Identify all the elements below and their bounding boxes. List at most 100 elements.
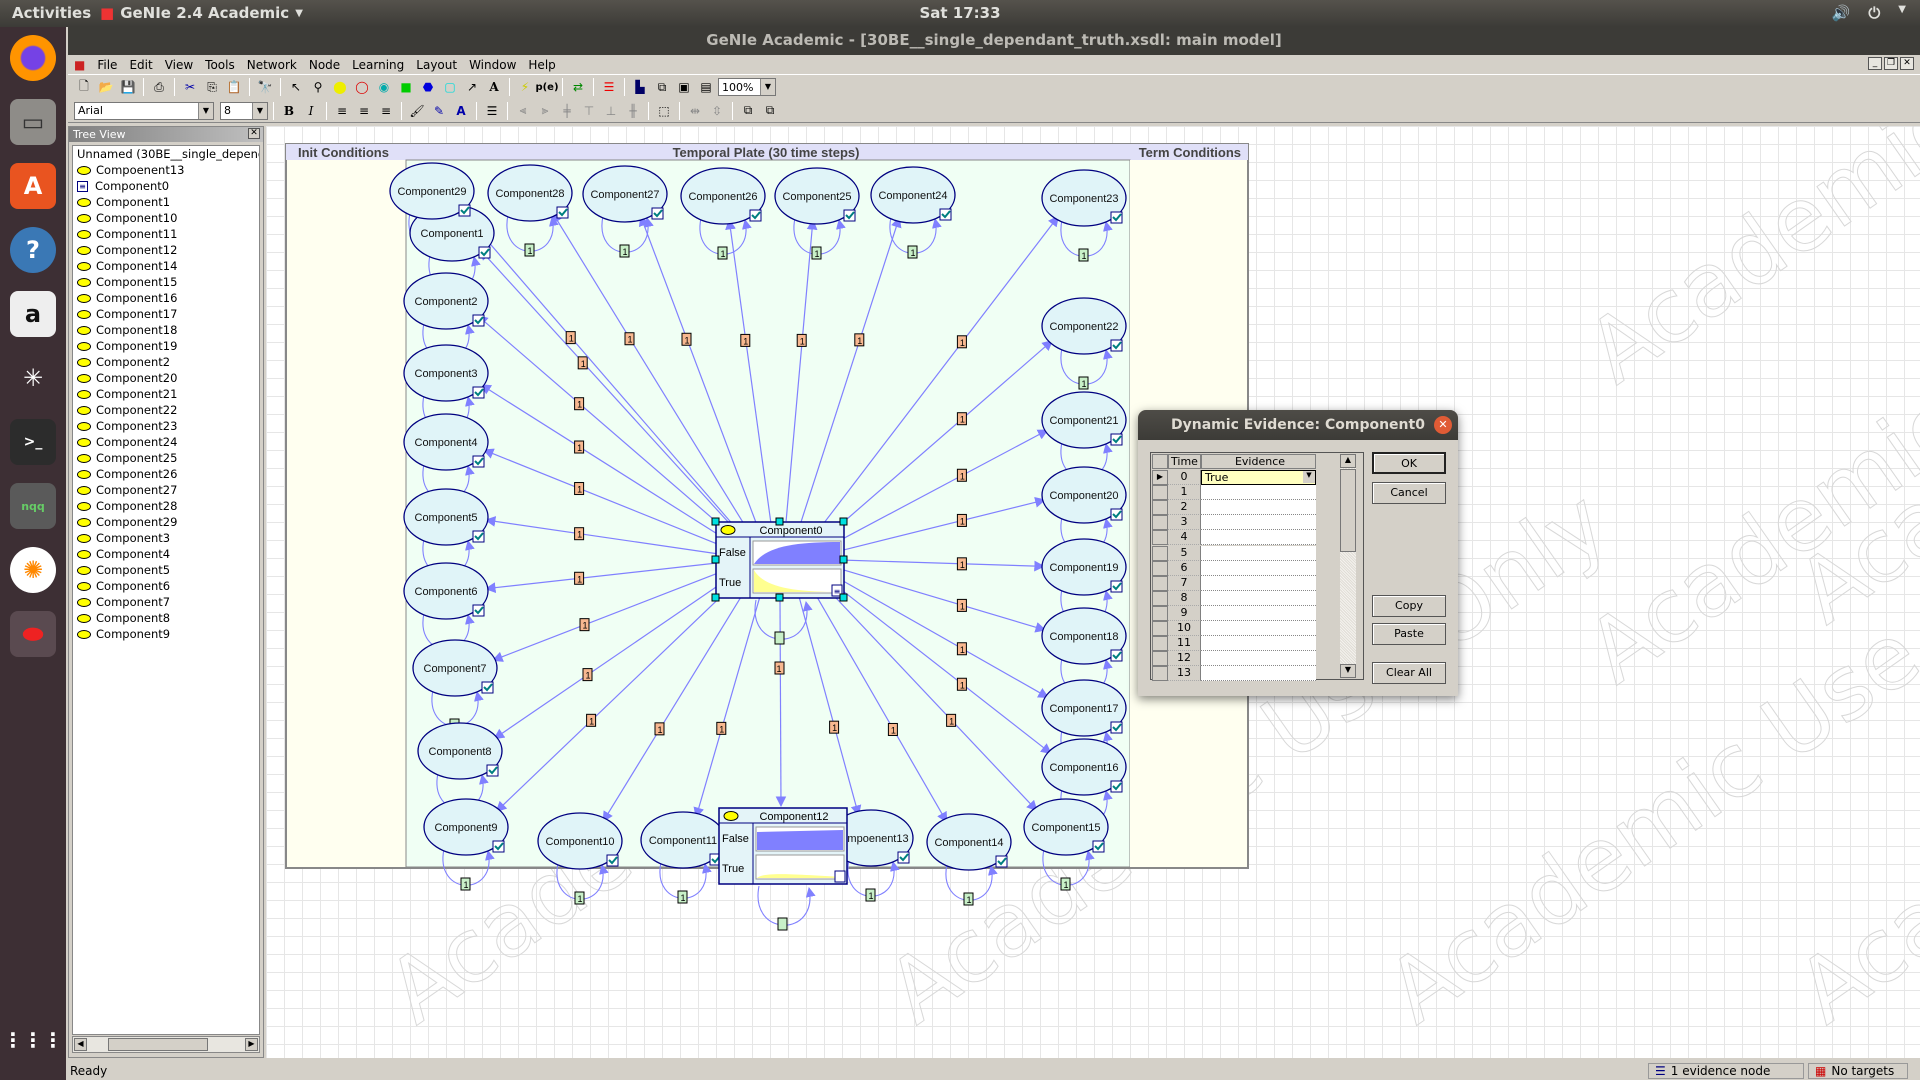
notepadqq-icon[interactable]: nqq — [10, 483, 56, 529]
row-selector[interactable] — [1152, 545, 1168, 561]
genie-icon[interactable]: ⬬ — [10, 611, 56, 657]
tree-item[interactable]: Component10 — [73, 210, 259, 226]
menu-window[interactable]: Window — [463, 58, 522, 72]
evidence-row[interactable]: 6 — [1152, 560, 1318, 576]
selection-handle[interactable] — [839, 517, 848, 526]
selection-handle[interactable] — [711, 517, 720, 526]
chance-node[interactable]: Component5 — [403, 488, 489, 546]
evidence-row[interactable]: ▶ 0 True ▼ — [1152, 470, 1318, 485]
evidence-row[interactable]: 1 — [1152, 485, 1318, 501]
chance-node[interactable]: Component21 — [1041, 391, 1127, 449]
scroll-thumb[interactable] — [1340, 469, 1356, 552]
row-selector[interactable] — [1152, 500, 1168, 516]
scroll-left-icon[interactable]: ◀ — [74, 1038, 87, 1051]
bar-chart-node[interactable]: Component0 False True ≡ — [711, 517, 848, 602]
tree-item[interactable]: Component27 — [73, 482, 259, 498]
tree-item[interactable]: Component15 — [73, 274, 259, 290]
paste-icon[interactable]: 📋 — [224, 77, 244, 97]
bold-button[interactable]: B — [279, 101, 299, 121]
row-selector[interactable] — [1152, 560, 1168, 576]
same-size-icon[interactable]: ⬚ — [654, 101, 674, 121]
selection-handle[interactable] — [775, 517, 784, 526]
layout-icon[interactable]: ▙ — [630, 77, 650, 97]
chance-node[interactable]: Component29 — [389, 162, 475, 220]
align-nodes-center-icon[interactable]: ╪ — [557, 101, 577, 121]
equation-node-icon[interactable]: ◉ — [374, 77, 394, 97]
copy-icon[interactable]: ⎘ — [202, 77, 222, 97]
align-right-icon[interactable]: ≡ — [376, 101, 396, 121]
tree-item[interactable]: Component28 — [73, 498, 259, 514]
software-center-icon[interactable]: A — [10, 163, 56, 209]
app-icon[interactable]: ✺ — [10, 547, 56, 593]
chance-node[interactable]: Component8 — [417, 722, 503, 780]
menu-tools[interactable]: Tools — [199, 58, 241, 72]
align-nodes-middle-icon[interactable]: ╫ — [623, 101, 643, 121]
tree-item[interactable]: Component24 — [73, 434, 259, 450]
align-nodes-top-icon[interactable]: ⊤ — [579, 101, 599, 121]
tree-horizontal-scrollbar[interactable]: ◀ ▶ — [72, 1036, 260, 1053]
evidence-cell[interactable] — [1201, 500, 1316, 516]
evidence-cell[interactable] — [1201, 560, 1316, 576]
find-icon[interactable]: 🔭 — [255, 77, 275, 97]
line-width-icon[interactable]: ☰ — [482, 101, 502, 121]
align-center-icon[interactable]: ≡ — [354, 101, 374, 121]
evidence-cell[interactable] — [1201, 590, 1316, 606]
row-selector[interactable] — [1152, 605, 1168, 621]
paste-button[interactable]: Paste — [1372, 623, 1446, 645]
chance-node[interactable]: Component7 — [412, 639, 498, 697]
row-selector[interactable] — [1152, 575, 1168, 591]
tree-item[interactable]: Component22 — [73, 402, 259, 418]
align-nodes-right-icon[interactable]: ⫸ — [535, 101, 555, 121]
bar-chart-node[interactable]: Component12 False True — [718, 807, 848, 885]
evidence-cell[interactable] — [1201, 485, 1316, 501]
tree-item[interactable]: Component16 — [73, 290, 259, 306]
update-icon[interactable]: ⚡ — [515, 77, 535, 97]
tree-item[interactable]: Component3 — [73, 530, 259, 546]
menu-layout[interactable]: Layout — [410, 58, 463, 72]
tree-item[interactable]: Component17 — [73, 306, 259, 322]
cancel-button[interactable]: Cancel — [1372, 482, 1446, 504]
row-selector[interactable] — [1152, 590, 1168, 606]
chance-node[interactable]: Component24 — [870, 166, 956, 224]
clock[interactable]: Sat 17:33 — [0, 4, 1920, 22]
grid-vertical-scrollbar[interactable]: ▲ ▼ — [1340, 454, 1356, 678]
tree-item[interactable]: Component2 — [73, 354, 259, 370]
evidence-row[interactable]: 2 — [1152, 500, 1318, 516]
evidence-cell[interactable] — [1201, 515, 1316, 531]
tree-item[interactable]: Component1 — [73, 194, 259, 210]
evidence-row[interactable]: 3 — [1152, 515, 1318, 531]
chance-node[interactable]: Component20 — [1041, 466, 1127, 524]
evidence-cell[interactable] — [1201, 545, 1316, 561]
terminal-icon[interactable]: >_ — [10, 419, 56, 465]
align-nodes-bottom-icon[interactable]: ⊥ — [601, 101, 621, 121]
evidence-cell[interactable] — [1201, 666, 1316, 682]
chance-node[interactable]: Component22 — [1041, 297, 1127, 355]
graph-canvas[interactable]: Academic Use OnlyAcademic Use OnlyAcadem… — [266, 126, 1920, 1058]
ok-button[interactable]: OK — [1372, 452, 1446, 474]
selection-handle[interactable] — [711, 593, 720, 602]
evidence-row[interactable]: 5 — [1152, 545, 1318, 561]
scroll-up-icon[interactable]: ▲ — [1340, 454, 1356, 468]
font-color-icon[interactable]: A — [451, 101, 471, 121]
row-selector[interactable] — [1152, 485, 1168, 501]
evidence-cell[interactable] — [1201, 605, 1316, 621]
menu-learning[interactable]: Learning — [346, 58, 410, 72]
chevron-down-icon[interactable]: ▼ — [1303, 471, 1315, 483]
evidence-cell[interactable] — [1201, 636, 1316, 652]
chance-node[interactable]: Component6 — [403, 562, 489, 620]
row-selector[interactable]: ▶ — [1152, 470, 1168, 485]
chance-node[interactable]: Component28 — [487, 164, 573, 222]
menu-view[interactable]: View — [159, 58, 199, 72]
tree-item[interactable]: Component23 — [73, 418, 259, 434]
evidence-row[interactable]: 13 — [1152, 666, 1318, 682]
chance-node[interactable]: Component14 — [926, 813, 1012, 871]
chance-node-icon[interactable]: ⬤ — [330, 77, 350, 97]
tree-item[interactable]: Component6 — [73, 578, 259, 594]
scroll-thumb[interactable] — [108, 1038, 208, 1051]
evidence-cell[interactable] — [1201, 621, 1316, 636]
tree-item[interactable]: Component9 — [73, 626, 259, 642]
decision-node-icon[interactable]: ■ — [396, 77, 416, 97]
save-icon[interactable]: 💾 — [118, 77, 138, 97]
restore-button[interactable]: ❐ — [1884, 57, 1898, 70]
tree-item[interactable]: Component19 — [73, 338, 259, 354]
